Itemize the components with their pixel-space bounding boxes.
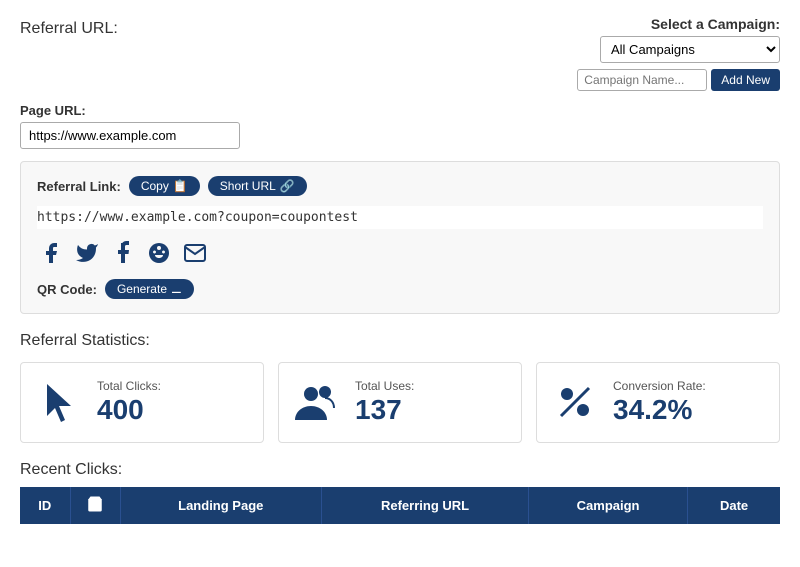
short-url-button[interactable]: Short URL 🔗: [208, 176, 307, 196]
social-icons-row: [37, 239, 763, 267]
conversion-label: Conversion Rate:: [613, 379, 706, 393]
referral-link-row: Referral Link: Copy 📋 Short URL 🔗: [37, 176, 763, 196]
campaign-controls: Add New: [577, 69, 780, 91]
stats-section: Referral Statistics: Total Clicks: 400: [20, 332, 780, 443]
copy-icon: 📋: [173, 179, 188, 193]
stat-info-uses: Total Uses: 137: [355, 379, 414, 426]
referral-link-label: Referral Link:: [37, 179, 121, 194]
facebook-icon[interactable]: [37, 239, 65, 267]
email-icon[interactable]: [181, 239, 209, 267]
clicks-table: ID Landing Page Referring URL Campaign D…: [20, 487, 780, 524]
qr-row: QR Code: Generate ⚊: [37, 279, 763, 299]
page-url-input[interactable]: [20, 122, 240, 149]
recent-clicks-title: Recent Clicks:: [20, 461, 780, 479]
col-cart: [70, 487, 120, 524]
stats-title: Referral Statistics:: [20, 332, 780, 350]
stat-card-conversion: Conversion Rate: 34.2%: [536, 362, 780, 443]
copy-button[interactable]: Copy 📋: [129, 176, 200, 196]
twitter-icon[interactable]: [73, 239, 101, 267]
col-campaign: Campaign: [529, 487, 688, 524]
campaign-section: Select a Campaign: All Campaigns Add New: [577, 16, 780, 91]
campaign-select[interactable]: All Campaigns: [600, 36, 780, 63]
total-clicks-label: Total Clicks:: [97, 379, 161, 393]
stat-info-clicks: Total Clicks: 400: [97, 379, 161, 426]
generate-button[interactable]: Generate ⚊: [105, 279, 194, 299]
page-url-label: Page URL:: [20, 103, 780, 118]
table-header-row: ID Landing Page Referring URL Campaign D…: [20, 487, 780, 524]
percent-icon: [553, 382, 597, 422]
total-uses-value: 137: [355, 395, 414, 426]
generate-label: Generate: [117, 282, 167, 296]
header-row: Referral URL: Select a Campaign: All Cam…: [20, 16, 780, 91]
total-clicks-value: 400: [97, 395, 161, 426]
reddit-icon[interactable]: [145, 239, 173, 267]
stat-card-clicks: Total Clicks: 400: [20, 362, 264, 443]
campaign-label: Select a Campaign:: [651, 16, 780, 32]
stat-info-conversion: Conversion Rate: 34.2%: [613, 379, 706, 426]
col-id: ID: [20, 487, 70, 524]
total-uses-label: Total Uses:: [355, 379, 414, 393]
stats-grid: Total Clicks: 400 Total Uses: 137: [20, 362, 780, 443]
col-date: Date: [688, 487, 780, 524]
conversion-value: 34.2%: [613, 395, 706, 426]
campaign-name-input[interactable]: [577, 69, 707, 91]
short-url-label: Short URL: [220, 179, 276, 193]
stat-card-uses: Total Uses: 137: [278, 362, 522, 443]
qr-label: QR Code:: [37, 282, 97, 297]
users-icon: [295, 382, 339, 422]
page-url-section: Page URL:: [20, 103, 780, 149]
tumblr-icon[interactable]: [109, 239, 137, 267]
referral-url-display: https://www.example.com?coupon=coupontes…: [37, 206, 763, 229]
referral-link-box: Referral Link: Copy 📋 Short URL 🔗 https:…: [20, 161, 780, 314]
recent-clicks-section: Recent Clicks: ID Landing Page Referring…: [20, 461, 780, 524]
page-container: Referral URL: Select a Campaign: All Cam…: [0, 0, 800, 540]
col-landing-page: Landing Page: [120, 487, 322, 524]
cursor-icon: [37, 380, 81, 424]
copy-button-label: Copy: [141, 179, 169, 193]
referral-url-title: Referral URL:: [20, 16, 118, 38]
add-new-button[interactable]: Add New: [711, 69, 780, 91]
link-icon: 🔗: [280, 179, 295, 193]
qr-icon: ⚊: [171, 282, 182, 296]
col-referring-url: Referring URL: [322, 487, 529, 524]
